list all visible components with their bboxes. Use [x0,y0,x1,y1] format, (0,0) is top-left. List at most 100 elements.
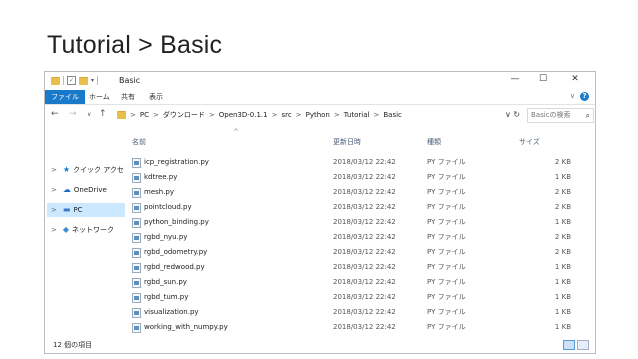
file-date: 2018/03/12 22:42 [333,173,396,181]
table-row[interactable]: rgbd_redwood.py 2018/03/12 22:42 PY ファイル 1 … [127,260,587,275]
back-arrow-icon[interactable]: ← [51,109,59,119]
slide-title: Tutorial > Basic [47,31,223,59]
nav-item-pc[interactable]: > ▬ PC [47,203,125,217]
file-size: 2 KB [554,158,571,166]
explorer-window: ✓ ▾ Basic — ☐ ✕ ファイル ホーム 共有 表示 ∨ ? ← → ∨… [44,71,596,354]
ribbon-tabs: ファイル ホーム 共有 表示 ∨ ? [45,90,595,105]
large-icons-view-icon[interactable] [577,340,589,350]
breadcrumb-basic[interactable]: Basic [383,111,402,119]
properties-icon[interactable]: ✓ [67,76,76,85]
column-header-date[interactable]: 更新日時 [333,137,361,147]
navigation-pane: > ★ クイック アクセ > ☁ OneDrive > ▬ PC > ◆ ネットワーク [45,129,127,334]
tab-file[interactable]: ファイル [45,90,85,104]
search-input[interactable]: Basicの検索 ⌕ [527,108,594,123]
new-folder-icon[interactable] [79,76,88,85]
file-size: 2 KB [554,233,571,241]
breadcrumb-tutorial[interactable]: Tutorial [344,111,370,119]
file-date: 2018/03/12 22:42 [333,158,396,166]
file-name: rgbd_sun.py [144,278,187,286]
table-row[interactable]: rgbd_odometry.py 2018/03/12 22:42 PY ファイル 2… [127,245,587,260]
python-file-icon [132,203,141,213]
view-toggle [563,340,589,350]
window-title: Basic [119,76,141,85]
minimize-button[interactable]: — [505,74,525,84]
tab-share[interactable]: 共有 [115,90,141,104]
table-row[interactable]: kdtree.py 2018/03/12 22:42 PY ファイル 1 KB [127,170,587,185]
column-header-size[interactable]: サイズ [519,137,540,147]
file-name: rgbd_redwood.py [144,263,205,271]
close-button[interactable]: ✕ [565,74,585,84]
table-row[interactable]: python_binding.py 2018/03/12 22:42 PY ファイル… [127,215,587,230]
python-file-icon [132,158,141,168]
file-size: 1 KB [554,293,571,301]
maximize-button[interactable]: ☐ [533,74,553,84]
pc-icon: ▬ [62,205,71,214]
breadcrumb-src[interactable]: src [282,111,292,119]
file-name: rgbd_nyu.py [144,233,188,241]
file-date: 2018/03/12 22:42 [333,248,396,256]
table-row[interactable]: rgbd_sun.py 2018/03/12 22:42 PY ファイル 1 KB [127,275,587,290]
help-icon[interactable]: ? [580,92,589,101]
file-name: mesh.py [144,188,175,196]
address-dropdown-icon[interactable]: ∨ ↻ [505,110,520,119]
up-arrow-icon[interactable]: ↑ [99,109,107,119]
breadcrumb-python[interactable]: Python [306,111,330,119]
file-type: PY ファイル [427,308,466,316]
column-header-name[interactable]: 名前 [132,137,146,147]
ribbon-expand-icon[interactable]: ∨ [570,92,575,100]
table-row[interactable]: mesh.py 2018/03/12 22:42 PY ファイル 2 KB [127,185,587,200]
nav-item-quick-access[interactable]: > ★ クイック アクセ [51,163,127,177]
file-type: PY ファイル [427,233,466,241]
file-date: 2018/03/12 22:42 [333,188,396,196]
recent-locations-icon[interactable]: ∨ [87,111,91,118]
table-row[interactable]: rgbd_nyu.py 2018/03/12 22:42 PY ファイル 2 KB [127,230,587,245]
address-row: ← → ∨ ↑ > PC > ダウンロード > Open3D-0.1.1 > s… [45,105,595,125]
folder-icon [117,111,126,119]
folder-icon [51,76,60,85]
file-type: PY ファイル [427,263,466,271]
breadcrumb-open3d[interactable]: Open3D-0.1.1 [219,111,268,119]
python-file-icon [132,233,141,243]
file-date: 2018/03/12 22:42 [333,323,396,331]
table-row[interactable]: visualization.py 2018/03/12 22:42 PY ファイル 1… [127,305,587,320]
column-header-type[interactable]: 種類 [427,137,441,147]
breadcrumb-downloads[interactable]: ダウンロード [163,110,205,120]
file-size: 1 KB [554,263,571,271]
forward-arrow-icon[interactable]: → [69,109,77,119]
nav-item-network[interactable]: > ◆ ネットワーク [51,223,127,237]
file-name: icp_registration.py [144,158,209,166]
quick-access-toolbar: ✓ ▾ [51,76,99,85]
file-date: 2018/03/12 22:42 [333,278,396,286]
file-name: rgbd_tum.py [144,293,189,301]
file-type: PY ファイル [427,188,466,196]
python-file-icon [132,308,141,318]
customize-dropdown-icon[interactable]: ▾ [91,77,94,84]
address-bar[interactable]: > PC > ダウンロード > Open3D-0.1.1 > src > Pyt… [117,108,507,122]
file-size: 1 KB [554,308,571,316]
file-type: PY ファイル [427,203,466,211]
status-item-count: 12 個の項目 [53,341,93,349]
file-size: 2 KB [554,203,571,211]
details-view-icon[interactable] [563,340,575,350]
file-date: 2018/03/12 22:42 [333,218,396,226]
table-row[interactable]: rgbd_tum.py 2018/03/12 22:42 PY ファイル 1 KB [127,290,587,305]
search-icon[interactable]: ⌕ [586,109,590,122]
table-row[interactable]: pointcloud.py 2018/03/12 22:42 PY ファイル 2 KB [127,200,587,215]
cloud-icon: ☁ [62,185,71,194]
title-bar: ✓ ▾ Basic — ☐ ✕ [45,72,595,90]
tab-view[interactable]: 表示 [143,90,169,104]
file-type: PY ファイル [427,173,466,181]
tab-home[interactable]: ホーム [83,90,116,104]
nav-item-onedrive[interactable]: > ☁ OneDrive [51,183,127,197]
breadcrumb-pc[interactable]: PC [140,111,149,119]
file-name: visualization.py [144,308,199,316]
file-type: PY ファイル [427,323,466,331]
table-row[interactable]: working_with_numpy.py 2018/03/12 22:42 PY … [127,320,587,335]
file-size: 1 KB [554,278,571,286]
refresh-icon[interactable]: ↻ [513,110,520,119]
file-date: 2018/03/12 22:42 [333,203,396,211]
table-row[interactable]: icp_registration.py 2018/03/12 22:42 PY ファ… [127,155,587,170]
file-size: 1 KB [554,323,571,331]
file-date: 2018/03/12 22:42 [333,308,396,316]
file-type: PY ファイル [427,293,466,301]
